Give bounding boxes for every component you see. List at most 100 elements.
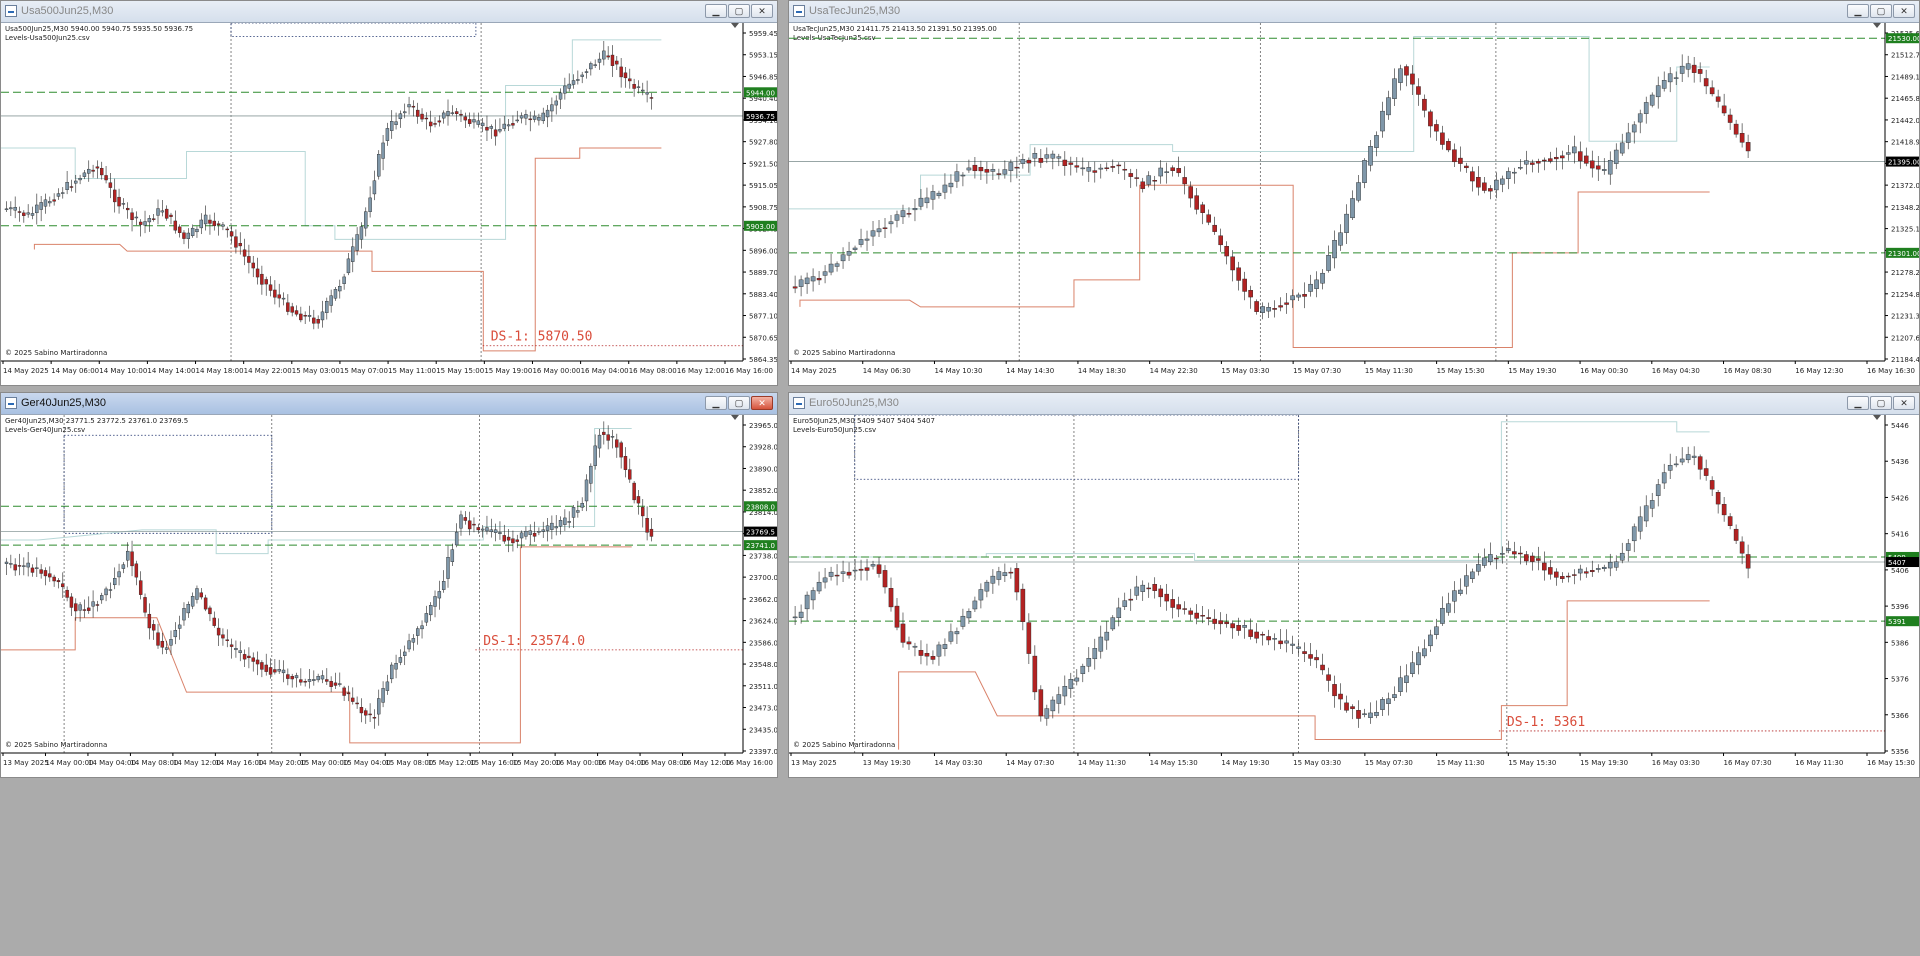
- candle-body: [1302, 651, 1307, 654]
- candle-body: [113, 578, 117, 586]
- time-tick-label: 16 May 04:00: [598, 759, 646, 767]
- window-titlebar[interactable]: Usa500Jun25,M30 ▁ ▢ ✕: [1, 1, 777, 23]
- candle-body: [1422, 98, 1427, 111]
- candle-body: [78, 604, 82, 611]
- candle-body: [528, 118, 532, 121]
- candle-body: [1667, 73, 1673, 83]
- window-titlebar[interactable]: Euro50Jun25,M30 ▁ ▢ ✕: [789, 393, 1919, 415]
- maximize-icon[interactable]: ▢: [728, 4, 750, 18]
- candle-body: [1565, 575, 1571, 578]
- candle-body: [506, 536, 511, 541]
- close-icon[interactable]: ✕: [751, 4, 773, 18]
- candle-body: [472, 523, 476, 526]
- chart-window-usatec[interactable]: UsaTecJun25,M30 ▁ ▢ ✕ UsaTecJun25,M30 21…: [788, 0, 1920, 386]
- minimize-icon[interactable]: ▁: [705, 4, 727, 18]
- candle-body: [26, 562, 30, 568]
- candle-body: [1338, 693, 1343, 700]
- chart-shift-icon[interactable]: [1873, 23, 1881, 28]
- candle-body: [554, 100, 558, 106]
- time-tick-label: 15 May 03:30: [1293, 759, 1341, 767]
- candle-body: [1667, 464, 1673, 471]
- candle-body: [1116, 607, 1122, 618]
- candle-body: [1140, 181, 1146, 189]
- close-icon[interactable]: ✕: [1893, 396, 1915, 410]
- candle-body: [1452, 149, 1457, 163]
- candle-body: [498, 129, 502, 132]
- candle-body: [954, 631, 960, 635]
- candle-body: [1122, 168, 1128, 171]
- maximize-icon[interactable]: ▢: [728, 396, 750, 410]
- candle-body: [104, 175, 108, 181]
- chart-window-usa500[interactable]: Usa500Jun25,M30 ▁ ▢ ✕ Usa500Jun25,M30 59…: [0, 0, 778, 386]
- close-icon[interactable]: ✕: [751, 396, 773, 410]
- window-titlebar[interactable]: UsaTecJun25,M30 ▁ ▢ ✕: [789, 1, 1919, 23]
- candle-body: [173, 630, 178, 638]
- price-tick-label: 21254.80: [1891, 291, 1919, 299]
- candle-body: [260, 662, 264, 670]
- candle-body: [990, 575, 996, 584]
- candle-body: [186, 232, 191, 239]
- candle-body: [61, 583, 65, 588]
- time-tick-label: 14 May 10:00: [99, 367, 147, 375]
- candle-body: [1697, 456, 1703, 470]
- candle-body: [1086, 167, 1092, 172]
- candle-body: [151, 218, 156, 220]
- price-tick-label: 21442.00: [1891, 117, 1919, 125]
- candle-body: [623, 72, 628, 79]
- candle-body: [798, 611, 804, 618]
- candle-body: [22, 212, 26, 216]
- candle-body: [346, 692, 351, 695]
- time-tick-label: 16 May 04:00: [581, 367, 629, 375]
- minimize-icon[interactable]: ▁: [1847, 4, 1869, 18]
- price-tag-label: 5407: [1888, 559, 1906, 567]
- candle-body: [17, 565, 22, 567]
- candle-body: [1500, 553, 1505, 555]
- window-titlebar[interactable]: Ger40Jun25,M30 ▁ ▢ ✕: [1, 393, 777, 415]
- chart-shift-icon[interactable]: [731, 23, 739, 28]
- candle-body: [1026, 159, 1032, 164]
- candle-body: [515, 539, 519, 542]
- chart-window-ger40[interactable]: Ger40Jun25,M30 ▁ ▢ ✕ Ger40Jun25,M30 2377…: [0, 392, 778, 778]
- candle-body: [459, 113, 463, 116]
- time-tick-label: 15 May 16:00: [470, 759, 518, 767]
- minimize-icon[interactable]: ▁: [1847, 396, 1869, 410]
- candle-body: [1619, 552, 1625, 561]
- price-chart[interactable]: UsaTecJun25,M30 21411.75 21413.50 21391.…: [789, 23, 1919, 385]
- candle-body: [234, 648, 238, 651]
- candle-body: [1661, 80, 1667, 89]
- time-tick-label: 14 May 15:30: [1150, 759, 1198, 767]
- price-chart[interactable]: Euro50Jun25,M30 5409 5407 5404 5407Level…: [789, 415, 1919, 777]
- time-tick-label: 16 May 03:30: [1652, 759, 1700, 767]
- candle-body: [792, 616, 798, 619]
- candle-body: [91, 169, 95, 172]
- candle-body: [641, 89, 645, 92]
- candle-body: [996, 571, 1002, 580]
- price-chart[interactable]: Ger40Jun25,M30 23771.5 23772.5 23761.0 2…: [1, 415, 777, 777]
- price-tag-label: 23808.0: [746, 503, 775, 511]
- maximize-icon[interactable]: ▢: [1870, 4, 1892, 18]
- chart-window-euro50[interactable]: Euro50Jun25,M30 ▁ ▢ ✕ Euro50Jun25,M30 54…: [788, 392, 1920, 778]
- chart-shift-icon[interactable]: [1873, 415, 1881, 420]
- price-chart[interactable]: Usa500Jun25,M30 5940.00 5940.75 5935.50 …: [1, 23, 777, 385]
- candle-body: [95, 604, 100, 606]
- candle-body: [1530, 555, 1535, 562]
- candle-body: [515, 119, 519, 122]
- candle-body: [649, 528, 654, 537]
- close-icon[interactable]: ✕: [1893, 4, 1915, 18]
- candle-body: [1571, 574, 1577, 576]
- candle-body: [1170, 599, 1176, 608]
- maximize-icon[interactable]: ▢: [1870, 396, 1892, 410]
- candle-body: [4, 208, 9, 211]
- time-tick-label: 14 May 12:00: [173, 759, 221, 767]
- candle-body: [948, 631, 954, 642]
- candle-body: [415, 109, 420, 117]
- candle-body: [984, 169, 990, 173]
- candle-body: [1080, 167, 1086, 170]
- candle-body: [342, 276, 346, 284]
- candle-body: [576, 510, 580, 513]
- chart-shift-icon[interactable]: [731, 415, 739, 420]
- candle-body: [1134, 177, 1140, 179]
- price-tick-label: 21465.80: [1891, 95, 1919, 103]
- price-tick-label: 5366: [1891, 712, 1909, 720]
- minimize-icon[interactable]: ▁: [705, 396, 727, 410]
